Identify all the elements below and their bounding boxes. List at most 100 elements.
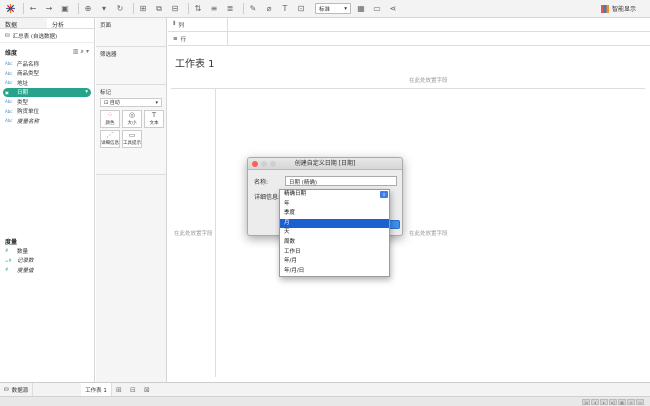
refresh-icon[interactable]: ↻	[114, 3, 126, 15]
field-label: 商品类型	[17, 71, 40, 78]
save-icon[interactable]: ▣	[59, 3, 71, 15]
field-item[interactable]: =# 记录数	[0, 256, 95, 266]
back-arrow-icon[interactable]: ←	[27, 3, 39, 15]
last-page-icon[interactable]: ▸|	[609, 399, 617, 405]
dropdown-option[interactable]: 年/月	[280, 257, 389, 267]
field-label: 产品名称	[17, 61, 40, 68]
sort-asc-icon[interactable]: ≡	[208, 3, 220, 15]
color-button[interactable]: ⁘ 颜色	[100, 110, 120, 128]
drop-field-columns[interactable]: 在此处放置字段	[409, 76, 448, 84]
fix-axes-icon[interactable]: ⊡	[295, 3, 307, 15]
drop-field-detail[interactable]: 在此处放置字段	[409, 229, 448, 237]
new-datasource-icon[interactable]: ⊕	[82, 3, 94, 15]
status-bar: |◂ ◂ ▸ ▸| ▦ ≡ ▭	[0, 396, 650, 406]
new-worksheet-icon[interactable]: ⊞	[112, 386, 126, 394]
new-sheet-icon[interactable]: ⊞	[137, 3, 149, 15]
show-cards-icon[interactable]: ▦	[355, 3, 367, 15]
tooltip-icon: ▭	[128, 131, 136, 139]
close-icon[interactable]	[252, 161, 258, 167]
detail-level-dropdown[interactable]: ⇕ 精确日期年季度月天周数 工作日 年/月 年/月/日	[279, 189, 390, 277]
dropdown-option[interactable]: 月	[280, 218, 389, 229]
duplicate-sheet-icon[interactable]: ⧉	[153, 3, 165, 15]
dropdown-stepper-icon[interactable]: ⇕	[380, 191, 388, 198]
tab-datasource[interactable]: ⛁ 数据源	[0, 383, 34, 396]
new-story-icon[interactable]: ⊠	[140, 386, 154, 394]
tab-data[interactable]: 数据	[0, 18, 47, 29]
presentation-icon[interactable]: ▭	[371, 3, 383, 15]
first-page-icon[interactable]: |◂	[582, 399, 590, 405]
rows-shelf[interactable]: ≡ 行	[168, 32, 650, 46]
field-item[interactable]: Abc 类型	[0, 97, 94, 107]
highlight-icon[interactable]: ✎	[247, 3, 259, 15]
field-label: 记录数	[17, 258, 34, 265]
field-label: 类型	[17, 99, 29, 106]
next-page-icon[interactable]: ▸	[600, 399, 608, 405]
search-icon[interactable]: ▥ ⌕ ▾	[73, 48, 89, 57]
field-item[interactable]: ▣ 日期 ▾	[3, 87, 91, 97]
tab-sheet-1[interactable]: 工作表 1	[81, 383, 112, 396]
detail-icon: ⋰	[106, 131, 114, 139]
swap-icon[interactable]: ⇅	[192, 3, 204, 15]
dropdown-option[interactable]: 工作日	[280, 248, 389, 258]
field-type-icon: #	[5, 267, 9, 273]
datasource-options-icon[interactable]: ▾	[98, 3, 110, 15]
new-dashboard-icon[interactable]: ⊟	[126, 386, 140, 394]
share-icon[interactable]: ⋖	[387, 3, 399, 15]
datasource-item[interactable]: ⛁ 汇总表 (自选数据)	[0, 29, 94, 43]
fit-select[interactable]: 标准 ▾	[315, 3, 351, 14]
sheet-tabs-bar: ⛁ 数据源 工作表 1 ⊞ ⊟ ⊠	[0, 382, 650, 396]
chevron-down-icon: ▾	[155, 99, 158, 106]
dropdown-option[interactable]: 精确日期	[280, 190, 389, 200]
label-icon[interactable]: T	[279, 3, 291, 15]
filmstrip-view-icon[interactable]: ▭	[636, 399, 644, 405]
prev-page-icon[interactable]: ◂	[591, 399, 599, 405]
name-input[interactable]: 日期 (精确)	[285, 176, 397, 186]
worksheet-canvas: 工作表 1 在此处放置字段 在此处放置字段 在此处放置字段	[168, 47, 650, 382]
database-icon: ⛁	[4, 386, 9, 393]
color-dots-icon: ⁘	[107, 111, 113, 119]
dropdown-option[interactable]: 年/月/日	[280, 267, 389, 277]
list-view-icon[interactable]: ≡	[627, 399, 635, 405]
dropdown-option[interactable]: 周数	[280, 238, 389, 248]
forward-arrow-icon[interactable]: →	[43, 3, 55, 15]
toolbar: ← → ▣ ⊕ ▾ ↻ ⊞ ⧉ ⊟ ⇅ ≡ ≣ ✎ ⌀ T ⊡ 标准 ▾ ▦ ▭ …	[0, 0, 650, 18]
field-type-icon: Abc	[5, 70, 13, 76]
field-item[interactable]: Abc 购货单位	[0, 107, 94, 117]
field-label: 购货单位	[17, 109, 40, 116]
field-item[interactable]: # 度量值	[0, 265, 95, 275]
sort-desc-icon[interactable]: ≣	[224, 3, 236, 15]
columns-shelf[interactable]: ⦀ 列	[168, 18, 650, 32]
field-item[interactable]: Abc 商品类型	[0, 69, 94, 79]
chevron-down-icon[interactable]: ▾	[85, 89, 88, 95]
name-label: 名称:	[254, 179, 269, 186]
drop-field-rows[interactable]: 在此处放置字段	[174, 229, 213, 237]
grid-view-icon[interactable]: ▦	[618, 399, 626, 405]
field-item[interactable]: Abc 地址	[0, 78, 94, 88]
show-me-icon	[600, 4, 609, 13]
detail-label: 详细信息:	[254, 194, 281, 201]
tab-analysis[interactable]: 分析	[47, 18, 94, 29]
tooltip-button[interactable]: ▭ 工具提示	[122, 130, 142, 148]
pages-shelf[interactable]: 页面	[96, 18, 166, 47]
minimize-icon	[261, 161, 267, 167]
size-button[interactable]: ◎ 大小	[122, 110, 142, 128]
group-icon[interactable]: ⌀	[263, 3, 275, 15]
show-me-button[interactable]: 智能显示	[600, 4, 636, 13]
dropdown-option[interactable]: 天	[280, 228, 389, 238]
tableau-logo-icon	[4, 3, 16, 15]
dropdown-option[interactable]: 年	[280, 200, 389, 210]
field-label: 数量	[17, 248, 29, 255]
dropdown-option[interactable]: 季度	[280, 209, 389, 219]
data-pane: 数据 分析 ⛁ 汇总表 (自选数据) 维度 ▥ ⌕ ▾ Abc 产品名称 Abc 商品…	[0, 18, 95, 382]
field-item[interactable]: Abc 度量名称	[0, 116, 94, 126]
detail-button[interactable]: ⋰ 详细信息	[100, 130, 120, 148]
field-item[interactable]: Abc 产品名称	[0, 59, 94, 69]
field-type-icon: =#	[5, 257, 12, 263]
mark-type-dropdown[interactable]: ⊡ 自动 ▾	[100, 98, 162, 107]
field-label: 度量值	[17, 267, 34, 274]
text-button[interactable]: T 文本	[144, 110, 164, 128]
field-item[interactable]: # 数量	[0, 246, 95, 256]
field-label: 地址	[17, 80, 29, 87]
clear-sheet-icon[interactable]: ⊟	[169, 3, 181, 15]
filters-shelf[interactable]: 筛选器	[96, 47, 166, 85]
